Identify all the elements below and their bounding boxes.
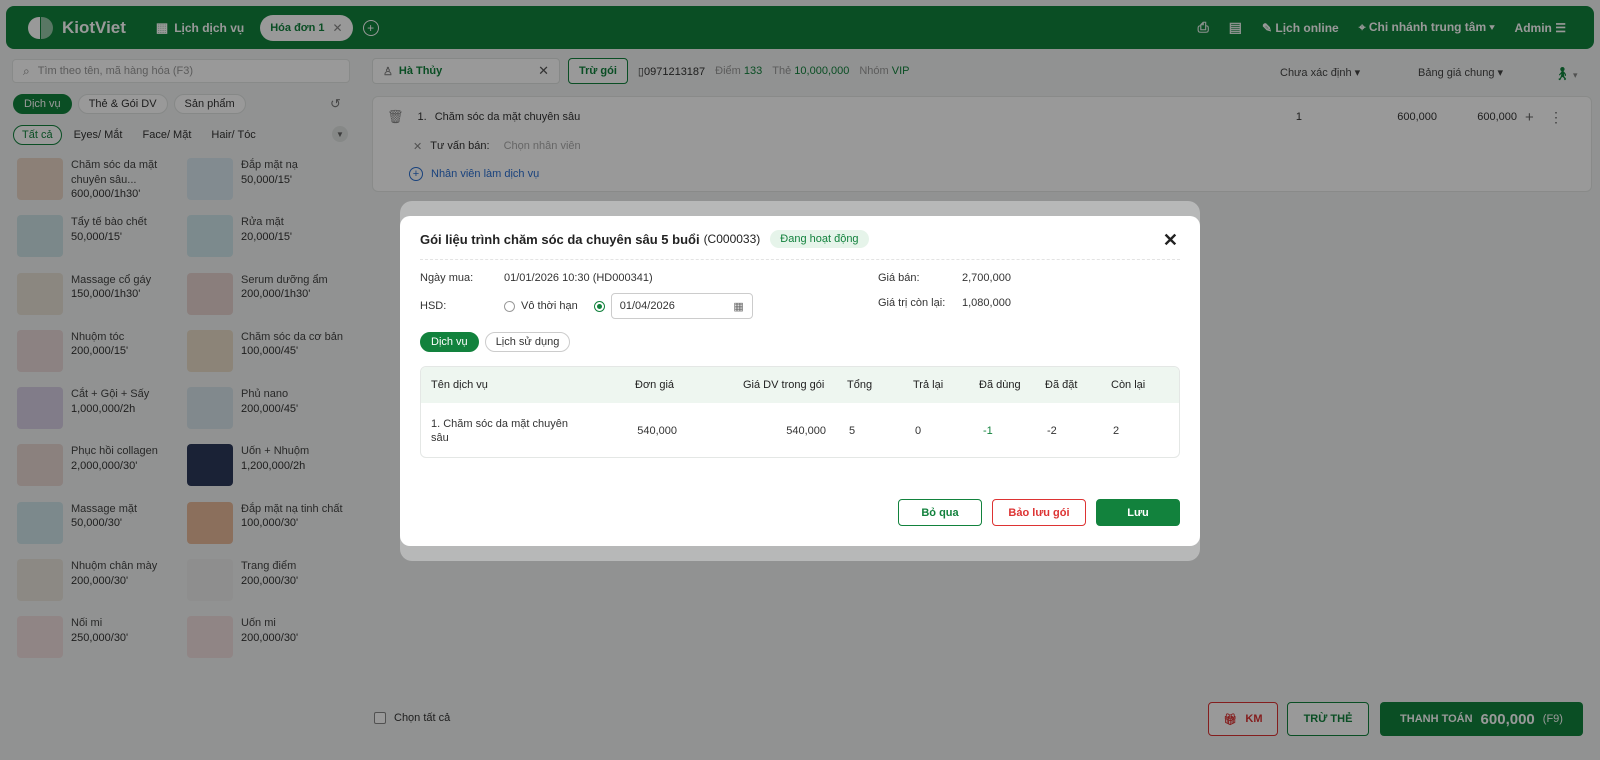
cell-remaining: 2 (1113, 425, 1120, 437)
sell-price-value: 2,700,000 (962, 272, 1011, 284)
purchase-date-row: Ngày mua: 01/01/2026 10:30 (HD000341) (420, 272, 653, 284)
cell-used: -1 (983, 425, 993, 437)
unlimited-radio[interactable]: Vô thời hạn (504, 300, 578, 312)
col-total: Tổng (847, 379, 873, 391)
col-returned: Trả lại (913, 379, 944, 391)
calendar-icon[interactable]: ▦ (733, 300, 743, 313)
cell-returned: 0 (915, 425, 922, 437)
save-button[interactable]: Lưu (1096, 499, 1180, 526)
col-booked: Đã đặt (1045, 379, 1078, 391)
col-unit-price: Đơn giá (635, 379, 675, 391)
dialog-title: Gói liệu trình chăm sóc da chuyên sâu 5 … (420, 230, 869, 248)
sell-price-label: Giá bán: (878, 272, 920, 284)
cell-unit-price: 540,000 (637, 425, 677, 437)
col-remaining: Còn lại (1111, 379, 1146, 391)
cell-total: 5 (849, 425, 856, 437)
radio-circle (504, 300, 515, 312)
skip-button[interactable]: Bỏ qua (898, 499, 982, 526)
remaining-value-row: Giá trị còn lại: 1,080,000 (878, 297, 1011, 309)
remaining-value-label: Giá trị còn lại: (878, 297, 946, 309)
sell-price-row: Giá bán: 2,700,000 (878, 272, 1011, 284)
expiry-label: HSD: (420, 300, 447, 312)
remaining-value: 1,080,000 (962, 297, 1011, 309)
expiry-date-input[interactable]: 01/04/2026 ▦ (610, 293, 753, 319)
dialog-footer: Bỏ qua Bảo lưu gói Lưu (898, 499, 1180, 526)
package-title: Gói liệu trình chăm sóc da chuyên sâu 5 … (420, 231, 700, 247)
purchase-date-value: 01/01/2026 10:30 (HD000341) (504, 272, 653, 284)
tab-services[interactable]: Dịch vụ (420, 332, 479, 352)
table-row: 1. Chăm sóc da mặt chuyên sâu 540,000 54… (421, 403, 1179, 457)
dialog-tabs: Dịch vụ Lịch sử dụng (420, 332, 571, 352)
reserve-package-button[interactable]: Bảo lưu gói (992, 499, 1086, 526)
radio-circle-checked (593, 300, 605, 312)
col-used: Đã dùng (979, 379, 1021, 391)
package-code: (C000033) (703, 232, 761, 246)
services-table: Tên dịch vụ Đơn giá Giá DV trong gói Tổn… (420, 366, 1180, 458)
expiry-row: HSD: Vô thời hạn 01/04/2026 ▦ (420, 293, 753, 319)
table-header: Tên dịch vụ Đơn giá Giá DV trong gói Tổn… (421, 367, 1179, 403)
cell-service-name: 1. Chăm sóc da mặt chuyên sâu (431, 418, 568, 444)
cell-booked: -2 (1047, 425, 1057, 437)
purchase-date-label: Ngày mua: (420, 272, 474, 284)
status-badge: Đang hoạt động (770, 230, 869, 248)
col-package-price: Giá DV trong gói (743, 379, 825, 391)
divider (420, 259, 1180, 260)
unlimited-label: Vô thời hạn (521, 300, 578, 312)
tab-usage-history[interactable]: Lịch sử dụng (484, 332, 571, 352)
cell-package-price: 540,000 (786, 425, 826, 437)
expiry-date-value: 01/04/2026 (619, 300, 675, 312)
close-icon[interactable]: ✕ (1163, 230, 1178, 251)
col-service-name: Tên dịch vụ (431, 379, 488, 391)
package-detail-dialog: Gói liệu trình chăm sóc da chuyên sâu 5 … (400, 216, 1200, 546)
date-radio[interactable] (593, 300, 605, 312)
